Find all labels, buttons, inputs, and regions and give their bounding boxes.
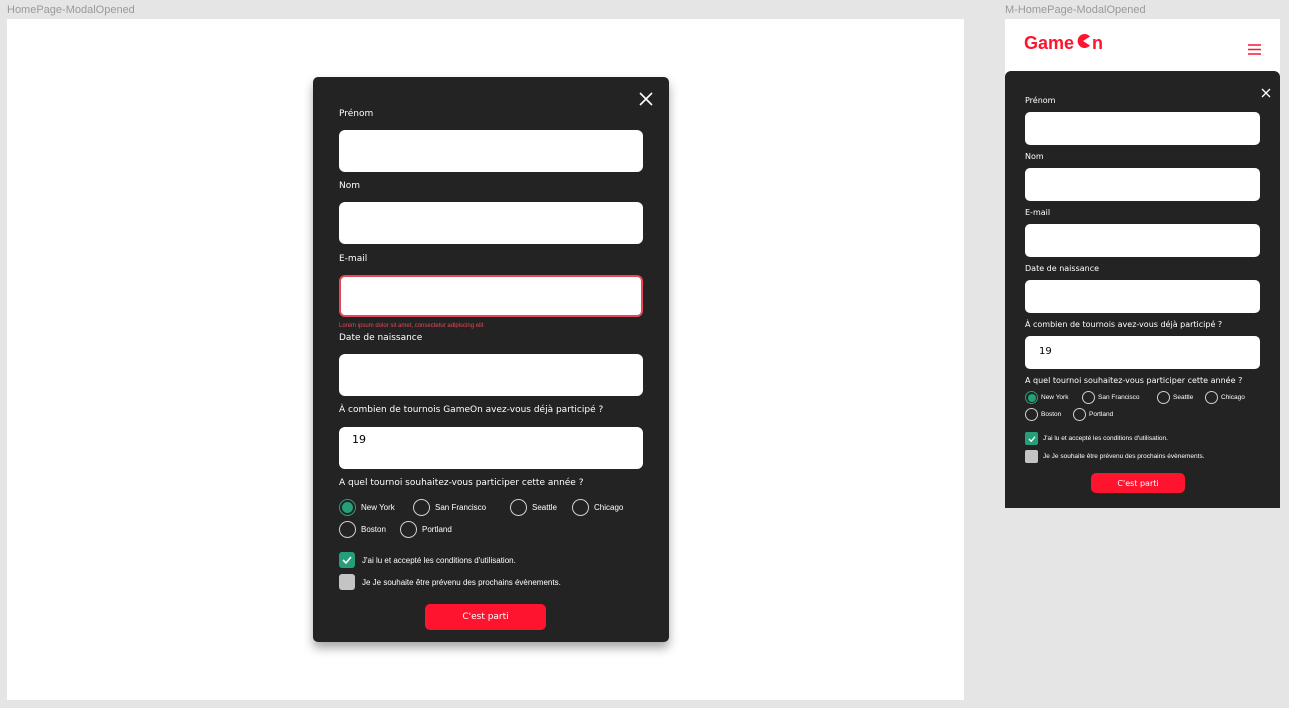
- gameon-logo[interactable]: Game n: [1024, 33, 1103, 54]
- location-label-san-francisco: San Francisco: [435, 503, 487, 512]
- last-name-field[interactable]: [339, 202, 643, 244]
- close-icon[interactable]: [1261, 83, 1271, 98]
- close-icon[interactable]: [639, 92, 653, 106]
- quantity-value: 19: [1039, 346, 1052, 357]
- location-label-san-francisco: San Francisco: [1098, 394, 1140, 401]
- quantity-label: À combien de tournois GameOn avez-vous d…: [339, 405, 604, 415]
- quantity-field[interactable]: [339, 427, 643, 469]
- location-label-seattle: Seattle: [1173, 394, 1194, 401]
- birthdate-label: Date de naissance: [1025, 264, 1100, 273]
- newsletter-checkbox-label: Je Je souhaite être prévenu des prochain…: [1043, 453, 1205, 460]
- first-name-label: Prénom: [339, 109, 374, 119]
- location-radio-san-francisco[interactable]: San Francisco: [413, 499, 486, 516]
- location-radio-new-york[interactable]: New York: [1025, 391, 1068, 404]
- radio-icon: [339, 499, 356, 516]
- email-error-message: Lorem ipsum dolor sit amet, consectetur …: [339, 323, 484, 329]
- checkbox-icon: [339, 574, 355, 590]
- first-name-label: Prénom: [1025, 96, 1056, 105]
- location-radio-boston[interactable]: Boston: [1025, 408, 1061, 421]
- email-label: E-mail: [1025, 208, 1051, 217]
- quantity-field[interactable]: [1025, 336, 1260, 369]
- radio-icon: [1205, 391, 1218, 404]
- last-name-label: Nom: [339, 181, 361, 191]
- location-label-boston: Boston: [1041, 411, 1062, 418]
- birthdate-field[interactable]: [1025, 280, 1260, 313]
- location-radio-seattle[interactable]: Seattle: [1157, 391, 1193, 404]
- first-name-field[interactable]: [339, 130, 643, 172]
- submit-button[interactable]: C'est parti: [425, 604, 546, 630]
- location-label-portland: Portland: [1089, 411, 1114, 418]
- last-name-label: Nom: [1025, 152, 1044, 161]
- submit-button[interactable]: C'est parti: [1091, 473, 1185, 493]
- terms-checkbox-label: J'ai lu et accepté les conditions d'util…: [1043, 435, 1168, 442]
- location-radio-portland[interactable]: Portland: [400, 521, 452, 538]
- terms-checkbox-label: J'ai lu et accepté les conditions d'util…: [362, 555, 516, 565]
- terms-checkbox[interactable]: J'ai lu et accepté les conditions d'util…: [1025, 432, 1168, 445]
- radio-icon: [1082, 391, 1095, 404]
- desktop-frame-label: HomePage-ModalOpened: [7, 4, 135, 16]
- radio-icon: [572, 499, 589, 516]
- radio-icon: [339, 521, 356, 538]
- radio-icon: [1025, 408, 1038, 421]
- email-field[interactable]: [1025, 224, 1260, 257]
- location-label: A quel tournoi souhaitez-vous participer…: [339, 478, 584, 488]
- location-radio-seattle[interactable]: Seattle: [510, 499, 557, 516]
- mobile-frame: Game n Prénom Nom E-mail Date de naissan…: [1005, 19, 1280, 508]
- location-label-new-york: New York: [1041, 394, 1069, 401]
- birthdate-field[interactable]: [339, 354, 643, 396]
- last-name-field[interactable]: [1025, 168, 1260, 201]
- newsletter-checkbox-label: Je Je souhaite être prévenu des prochain…: [362, 577, 561, 587]
- mobile-signup-modal: Prénom Nom E-mail Date de naissance À co…: [1005, 71, 1280, 508]
- signup-modal: Prénom Nom E-mail Lorem ipsum dolor sit …: [313, 77, 669, 642]
- location-label-boston: Boston: [361, 525, 386, 534]
- logo-text-left: Game: [1024, 33, 1075, 53]
- logo-text-right: n: [1092, 33, 1104, 53]
- radio-icon: [510, 499, 527, 516]
- email-label: E-mail: [339, 254, 368, 264]
- location-label-seattle: Seattle: [532, 503, 557, 512]
- quantity-value: 19: [352, 433, 366, 446]
- location-radio-chicago[interactable]: Chicago: [572, 499, 623, 516]
- radio-icon: [1157, 391, 1170, 404]
- location-radio-new-york[interactable]: New York: [339, 499, 395, 516]
- newsletter-checkbox[interactable]: Je Je souhaite être prévenu des prochain…: [1025, 450, 1205, 463]
- location-label-chicago: Chicago: [1221, 394, 1245, 401]
- birthdate-label: Date de naissance: [339, 333, 423, 343]
- radio-icon: [1025, 391, 1038, 404]
- check-icon: [339, 552, 355, 568]
- location-label-chicago: Chicago: [594, 503, 624, 512]
- location-radio-portland[interactable]: Portland: [1073, 408, 1113, 421]
- mobile-frame-label: M-HomePage-ModalOpened: [1005, 4, 1146, 16]
- location-radio-chicago[interactable]: Chicago: [1205, 391, 1245, 404]
- email-field[interactable]: [339, 275, 643, 317]
- radio-icon: [413, 499, 430, 516]
- checkbox-icon: [1025, 450, 1038, 463]
- quantity-label: À combien de tournois avez-vous déjà par…: [1025, 320, 1223, 329]
- terms-checkbox[interactable]: J'ai lu et accepté les conditions d'util…: [339, 552, 516, 568]
- location-label: A quel tournoi souhaitez-vous participer…: [1025, 376, 1243, 385]
- radio-icon: [1073, 408, 1086, 421]
- location-radio-san-francisco[interactable]: San Francisco: [1082, 391, 1140, 404]
- hamburger-icon[interactable]: [1248, 40, 1261, 55]
- newsletter-checkbox[interactable]: Je Je souhaite être prévenu des prochain…: [339, 574, 561, 590]
- check-icon: [1025, 432, 1038, 445]
- location-label-new-york: New York: [361, 503, 395, 512]
- first-name-field[interactable]: [1025, 112, 1260, 145]
- location-label-portland: Portland: [422, 525, 452, 534]
- pacman-icon: [1075, 33, 1091, 54]
- location-radio-boston[interactable]: Boston: [339, 521, 386, 538]
- radio-icon: [400, 521, 417, 538]
